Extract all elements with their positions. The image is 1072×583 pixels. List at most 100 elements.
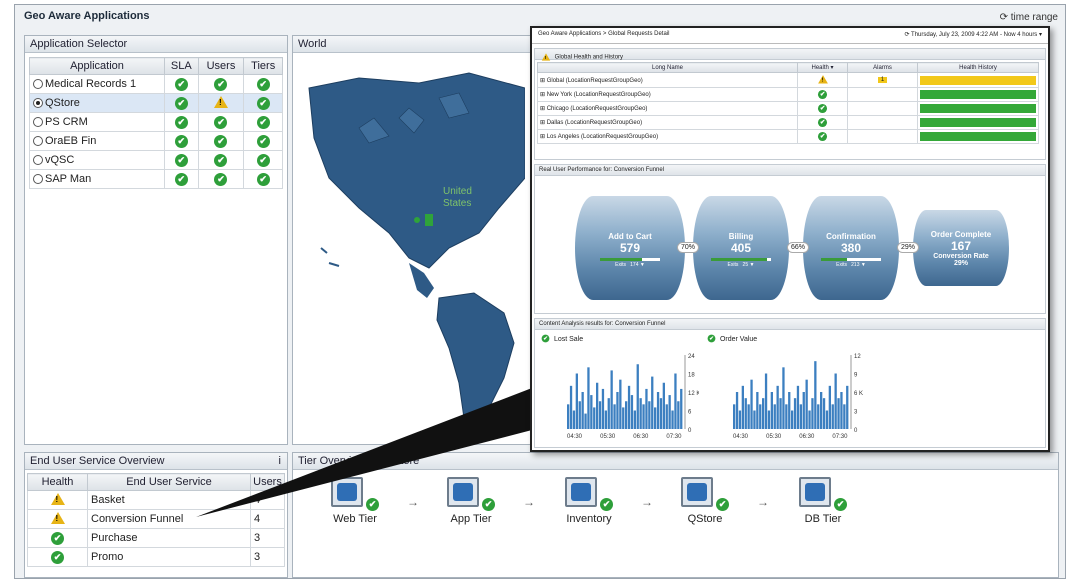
health-cell: ✔	[797, 115, 848, 130]
warning-icon	[213, 95, 228, 108]
detail-timestamp[interactable]: ⟳ Thursday, July 23, 2009 4:22 AM - Now …	[904, 31, 1042, 38]
chart-bar	[747, 404, 750, 429]
application-row[interactable]: SAP Man ✔ ✔ ✔	[29, 169, 283, 189]
col-users[interactable]: Users	[250, 473, 285, 491]
col-health[interactable]: Health	[27, 473, 88, 491]
y-tick-label: 24	[688, 354, 695, 360]
content-chart[interactable]: ✔ Lost Sale 24 18 12 K 6 0 04:30 05:30 06:30 07:3…	[539, 332, 700, 444]
col-end-user-service[interactable]: End User Service	[87, 473, 251, 491]
application-cell[interactable]: QStore	[29, 93, 165, 113]
world-map[interactable]	[299, 58, 525, 438]
map-marker-label[interactable]: United States	[443, 186, 472, 210]
col-health[interactable]: Health ▾	[797, 62, 848, 73]
application-cell[interactable]: SAP Man	[29, 169, 165, 189]
tier-db-tier[interactable]: ✔ DB Tier	[783, 477, 863, 525]
tier-inventory[interactable]: ✔ Inventory	[549, 477, 629, 525]
tier-app-tier[interactable]: ✔ App Tier	[431, 477, 511, 525]
application-cell[interactable]: OraEB Fin	[29, 131, 165, 151]
service-name[interactable]: Conversion Funnel	[87, 509, 251, 529]
application-row[interactable]: OraEB Fin ✔ ✔ ✔	[29, 131, 283, 151]
health-history-bar[interactable]	[920, 90, 1036, 99]
col-sla[interactable]: SLA	[164, 57, 199, 75]
service-row[interactable]: ✔ Promo 3	[27, 547, 285, 567]
sla-cell: ✔	[164, 169, 199, 189]
location-row[interactable]: ⊞ New York (LocationRequestGroupGeo) ✔	[537, 87, 1039, 102]
col-application[interactable]: Application	[29, 57, 165, 75]
application-cell[interactable]: Medical Records 1	[29, 74, 165, 94]
service-name[interactable]: Basket	[87, 490, 251, 510]
col-users[interactable]: Users	[197, 57, 245, 75]
location-name[interactable]: ⊞ New York (LocationRequestGroupGeo)	[537, 87, 798, 102]
location-name[interactable]: ⊞ Global (LocationRequestGroupGeo)	[537, 72, 798, 88]
chart-bar	[799, 404, 802, 429]
ok-check-icon: ✔	[174, 134, 188, 148]
info-icon[interactable]: i	[279, 455, 281, 467]
location-row[interactable]: ⊞ Chicago (LocationRequestGroupGeo) ✔	[537, 101, 1039, 116]
service-name[interactable]: Purchase	[87, 528, 251, 548]
location-row[interactable]: ⊞ Global (LocationRequestGroupGeo) 1	[537, 72, 1039, 88]
stage-exit-bar	[711, 258, 771, 261]
funnel-stage[interactable]: Add to Cart 579 Exits 174 ▼	[575, 196, 685, 300]
health-history-bar[interactable]	[920, 118, 1036, 127]
chart-bar	[569, 385, 573, 429]
chart-bar	[767, 410, 771, 429]
chart-bar	[598, 401, 602, 429]
col-long-name[interactable]: Long Name	[537, 62, 798, 73]
service-row[interactable]: ✔ Purchase 3	[27, 528, 285, 548]
chart-bar	[627, 385, 631, 429]
location-name[interactable]: ⊞ Los Angeles (LocationRequestGroupGeo)	[537, 129, 798, 144]
application-row[interactable]: PS CRM ✔ ✔ ✔	[29, 112, 283, 132]
tier-qstore[interactable]: ✔ QStore	[665, 477, 745, 525]
service-name[interactable]: Promo	[87, 547, 251, 567]
chart-bar	[773, 404, 776, 429]
health-history-bar[interactable]	[920, 75, 1036, 85]
service-row[interactable]: Basket4	[27, 490, 285, 510]
funnel-stage[interactable]: Order Complete 167 Conversion Rate 29%	[913, 210, 1009, 286]
chart-bar	[584, 413, 587, 429]
tiers-cell: ✔	[243, 112, 283, 132]
time-range-link[interactable]: ⟳ time range	[1000, 12, 1058, 23]
bar-chart[interactable]: 24 18 12 K 6 0 04:30 05:30 06:30 07:30	[539, 345, 700, 441]
col-tiers[interactable]: Tiers	[243, 57, 283, 75]
x-tick-label: 04:30	[733, 434, 749, 440]
database-icon	[798, 477, 831, 507]
health-history-cell	[917, 129, 1039, 144]
application-row[interactable]: vQSC ✔ ✔ ✔	[29, 150, 283, 170]
application-row[interactable]: Medical Records 1 ✔ ✔ ✔	[29, 74, 283, 94]
detail-breadcrumb[interactable]: Geo Aware Applications > Global Requests…	[538, 31, 669, 37]
alarm-count[interactable]: 1	[877, 77, 888, 83]
alarms-cell	[847, 101, 918, 116]
application-cell[interactable]: PS CRM	[29, 112, 165, 132]
radio-button[interactable]	[33, 136, 43, 147]
funnel-stage[interactable]: Billing 405 Exits 25 ▼	[693, 196, 789, 300]
bar-chart[interactable]: 12 9 6 K 3 0 04:30 05:30 06:30 07:30	[705, 345, 865, 441]
radio-button[interactable]	[33, 79, 43, 90]
health-history-bar[interactable]	[920, 104, 1036, 113]
warning-icon	[817, 75, 828, 84]
global-health-section: Global Health and History Long Name Heal…	[534, 48, 1046, 160]
radio-button[interactable]	[33, 155, 43, 166]
location-name[interactable]: ⊞ Dallas (LocationRequestGroupGeo)	[537, 115, 798, 130]
location-row[interactable]: ⊞ Los Angeles (LocationRequestGroupGeo) ✔	[537, 129, 1039, 144]
col-health-history[interactable]: Health History	[917, 62, 1039, 73]
ok-check-icon: ✔	[817, 89, 828, 100]
health-history-cell	[917, 72, 1039, 88]
x-tick-label: 05:30	[600, 434, 616, 440]
application-cell[interactable]: vQSC	[29, 150, 165, 170]
funnel-stage[interactable]: Confirmation 380 Exits 213 ▼	[803, 196, 899, 300]
radio-button[interactable]	[33, 117, 43, 128]
location-row[interactable]: ⊞ Dallas (LocationRequestGroupGeo) ✔	[537, 115, 1039, 130]
col-alarms[interactable]: Alarms	[847, 62, 918, 73]
tier-overview-panel: Tier Overview for QStore ✔ Web Tier → ✔ App…	[292, 452, 1059, 578]
location-name[interactable]: ⊞ Chicago (LocationRequestGroupGeo)	[537, 101, 798, 116]
radio-button[interactable]	[33, 98, 43, 109]
radio-button[interactable]	[33, 174, 43, 185]
health-history-bar[interactable]	[920, 132, 1036, 141]
service-row[interactable]: Conversion Funnel4	[27, 509, 285, 529]
application-selector-title: Application Selector	[25, 36, 287, 53]
tier-web-tier[interactable]: ✔ Web Tier	[315, 477, 395, 525]
health-history-cell	[917, 115, 1039, 130]
content-chart[interactable]: ✔ Order Value 12 9 6 K 3 0 04:30 05:30 06:30 07:3…	[705, 332, 865, 444]
application-row[interactable]: QStore ✔ ✔	[29, 93, 283, 113]
users-cell: ✔	[197, 74, 245, 94]
